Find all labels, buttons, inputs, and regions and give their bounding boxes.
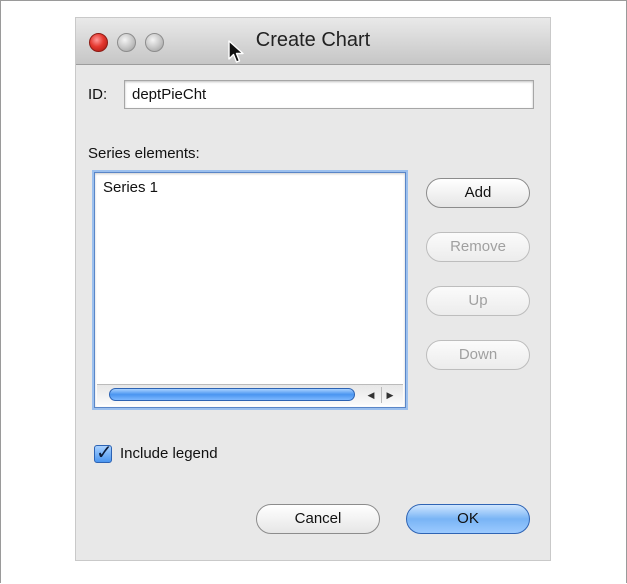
include-legend-checkbox[interactable]: ✓ <box>94 442 113 464</box>
create-chart-dialog: Create Chart ID: Series elements: Series… <box>76 18 550 560</box>
id-input[interactable] <box>124 80 534 109</box>
ok-button[interactable]: OK <box>406 504 530 534</box>
include-legend-label: Include legend <box>120 445 218 462</box>
right-arrow-icon: ▶ <box>386 390 394 400</box>
mouse-cursor-icon <box>228 40 244 63</box>
scrollbar-thumb[interactable] <box>109 388 355 401</box>
list-item[interactable]: Series 1 <box>103 179 158 196</box>
scroll-left-button[interactable]: ◀ <box>363 387 379 403</box>
scroll-right-button[interactable]: ▶ <box>381 387 398 403</box>
remove-button[interactable]: Remove <box>426 232 530 262</box>
cancel-button[interactable]: Cancel <box>256 504 380 534</box>
up-button[interactable]: Up <box>426 286 530 316</box>
add-button[interactable]: Add <box>426 178 530 208</box>
down-button[interactable]: Down <box>426 340 530 370</box>
left-arrow-icon: ◀ <box>367 390 375 400</box>
title-bar[interactable]: Create Chart <box>76 18 550 65</box>
series-elements-label: Series elements: <box>88 145 200 162</box>
checkmark-icon: ✓ <box>96 442 113 464</box>
horizontal-scrollbar[interactable]: ◀ ▶ <box>97 384 403 405</box>
window-title: Create Chart <box>255 29 371 51</box>
id-label: ID: <box>88 86 108 103</box>
series-list[interactable]: Series 1 ◀ ▶ <box>94 172 406 408</box>
